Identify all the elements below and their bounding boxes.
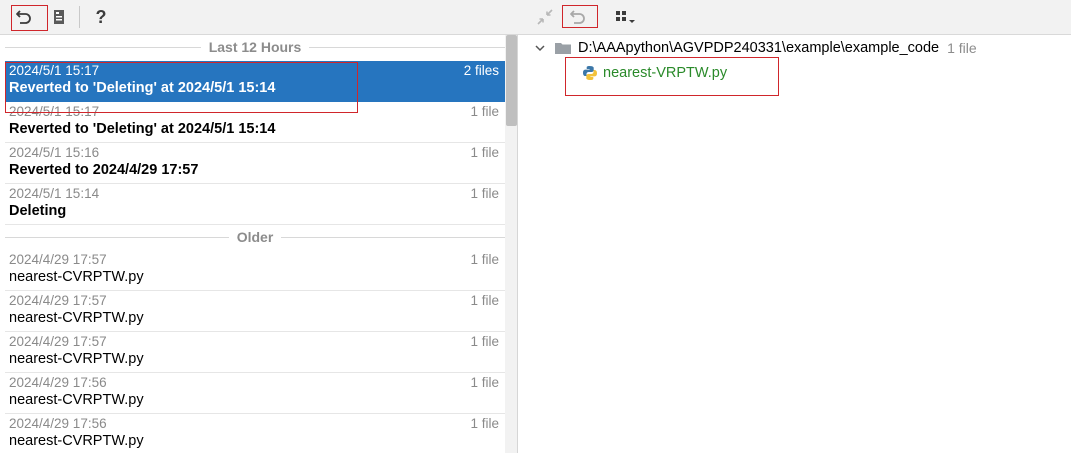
folder-icon [555,43,571,54]
row-file-count: 1 file [470,293,499,308]
history-row[interactable]: 2024/5/1 15:16 1 file Reverted to 2024/4… [5,143,505,184]
history-list: Last 12 Hours 2024/5/1 15:17 2 files Rev… [0,35,518,453]
row-date: 2024/5/1 15:17 [9,104,100,119]
row-date: 2024/4/29 17:56 [9,416,107,431]
changes-tree: D:\AAApython\AGVPDP240331\example\exampl… [526,35,1071,453]
toolbar-separator [79,6,80,28]
toolbar: ? [0,0,1071,35]
row-label: nearest-CVRPTW.py [9,433,144,449]
history-row[interactable]: 2024/4/29 17:56 1 file nearest-CVRPTW.py [5,414,505,453]
group-by-button[interactable] [613,5,637,29]
help-button[interactable]: ? [89,5,113,29]
row-file-count: 1 file [470,416,499,431]
folder-file-count: 1 file [947,40,977,56]
row-date: 2024/4/29 17:56 [9,375,107,390]
row-file-count: 1 file [470,334,499,349]
help-icon: ? [95,6,107,27]
row-file-count: 1 file [470,375,499,390]
python-file-icon [583,66,597,80]
tree-root-folder[interactable]: D:\AAApython\AGVPDP240331\example\exampl… [532,38,977,58]
row-label: Deleting [9,203,67,219]
folder-path: D:\AAApython\AGVPDP240331\example\exampl… [578,40,940,56]
revert-button[interactable] [12,5,36,29]
group-header-recent: Last 12 Hours [5,36,505,58]
book-icon [54,10,64,24]
tree-file[interactable]: nearest-VRPTW.py [582,63,727,83]
history-row[interactable]: 2024/4/29 17:57 1 file nearest-CVRPTW.py [5,250,505,291]
row-label: nearest-CVRPTW.py [9,310,144,326]
history-row[interactable]: 2024/4/29 17:57 1 file nearest-CVRPTW.py [5,291,505,332]
revert-selected-button[interactable] [566,5,590,29]
row-file-count: 1 file [470,145,499,160]
row-label: nearest-CVRPTW.py [9,392,144,408]
group-by-icon [616,11,635,23]
history-row[interactable]: 2024/4/29 17:56 1 file nearest-CVRPTW.py [5,373,505,414]
revert-icon [570,10,585,24]
row-file-count: 1 file [470,186,499,201]
history-row[interactable]: 2024/5/1 15:17 1 file Reverted to 'Delet… [5,102,505,143]
row-file-count: 1 file [470,104,499,119]
group-header-older: Older [5,226,506,248]
row-label: Reverted to 2024/4/29 17:57 [9,162,199,178]
row-file-count: 2 files [463,63,499,78]
file-name: nearest-VRPTW.py [603,65,728,81]
row-file-count: 1 file [470,252,499,267]
collapse-button[interactable] [533,5,557,29]
row-label: nearest-CVRPTW.py [9,269,144,285]
chevron-down-icon[interactable] [532,40,548,56]
collapse-icon [537,9,553,25]
row-label: Reverted to 'Deleting' at 2024/5/1 15:14 [9,121,276,137]
history-row[interactable]: 2024/5/1 15:14 1 file Deleting [5,184,505,225]
revert-icon [16,10,31,24]
row-label: Reverted to 'Deleting' at 2024/5/1 15:14 [9,80,276,96]
row-date: 2024/5/1 15:17 [9,63,100,78]
row-date: 2024/4/29 17:57 [9,293,107,308]
row-date: 2024/4/29 17:57 [9,252,107,267]
row-date: 2024/5/1 15:14 [9,186,100,201]
history-row[interactable]: 2024/4/29 17:57 1 file nearest-CVRPTW.py [5,332,505,373]
show-history-button[interactable] [47,5,71,29]
scrollbar-thumb[interactable] [506,35,517,126]
row-date: 2024/5/1 15:16 [9,145,100,160]
history-row[interactable]: 2024/5/1 15:17 2 files Reverted to 'Dele… [5,61,505,102]
row-date: 2024/4/29 17:57 [9,334,107,349]
history-scrollbar[interactable] [505,35,517,453]
row-label: nearest-CVRPTW.py [9,351,144,367]
